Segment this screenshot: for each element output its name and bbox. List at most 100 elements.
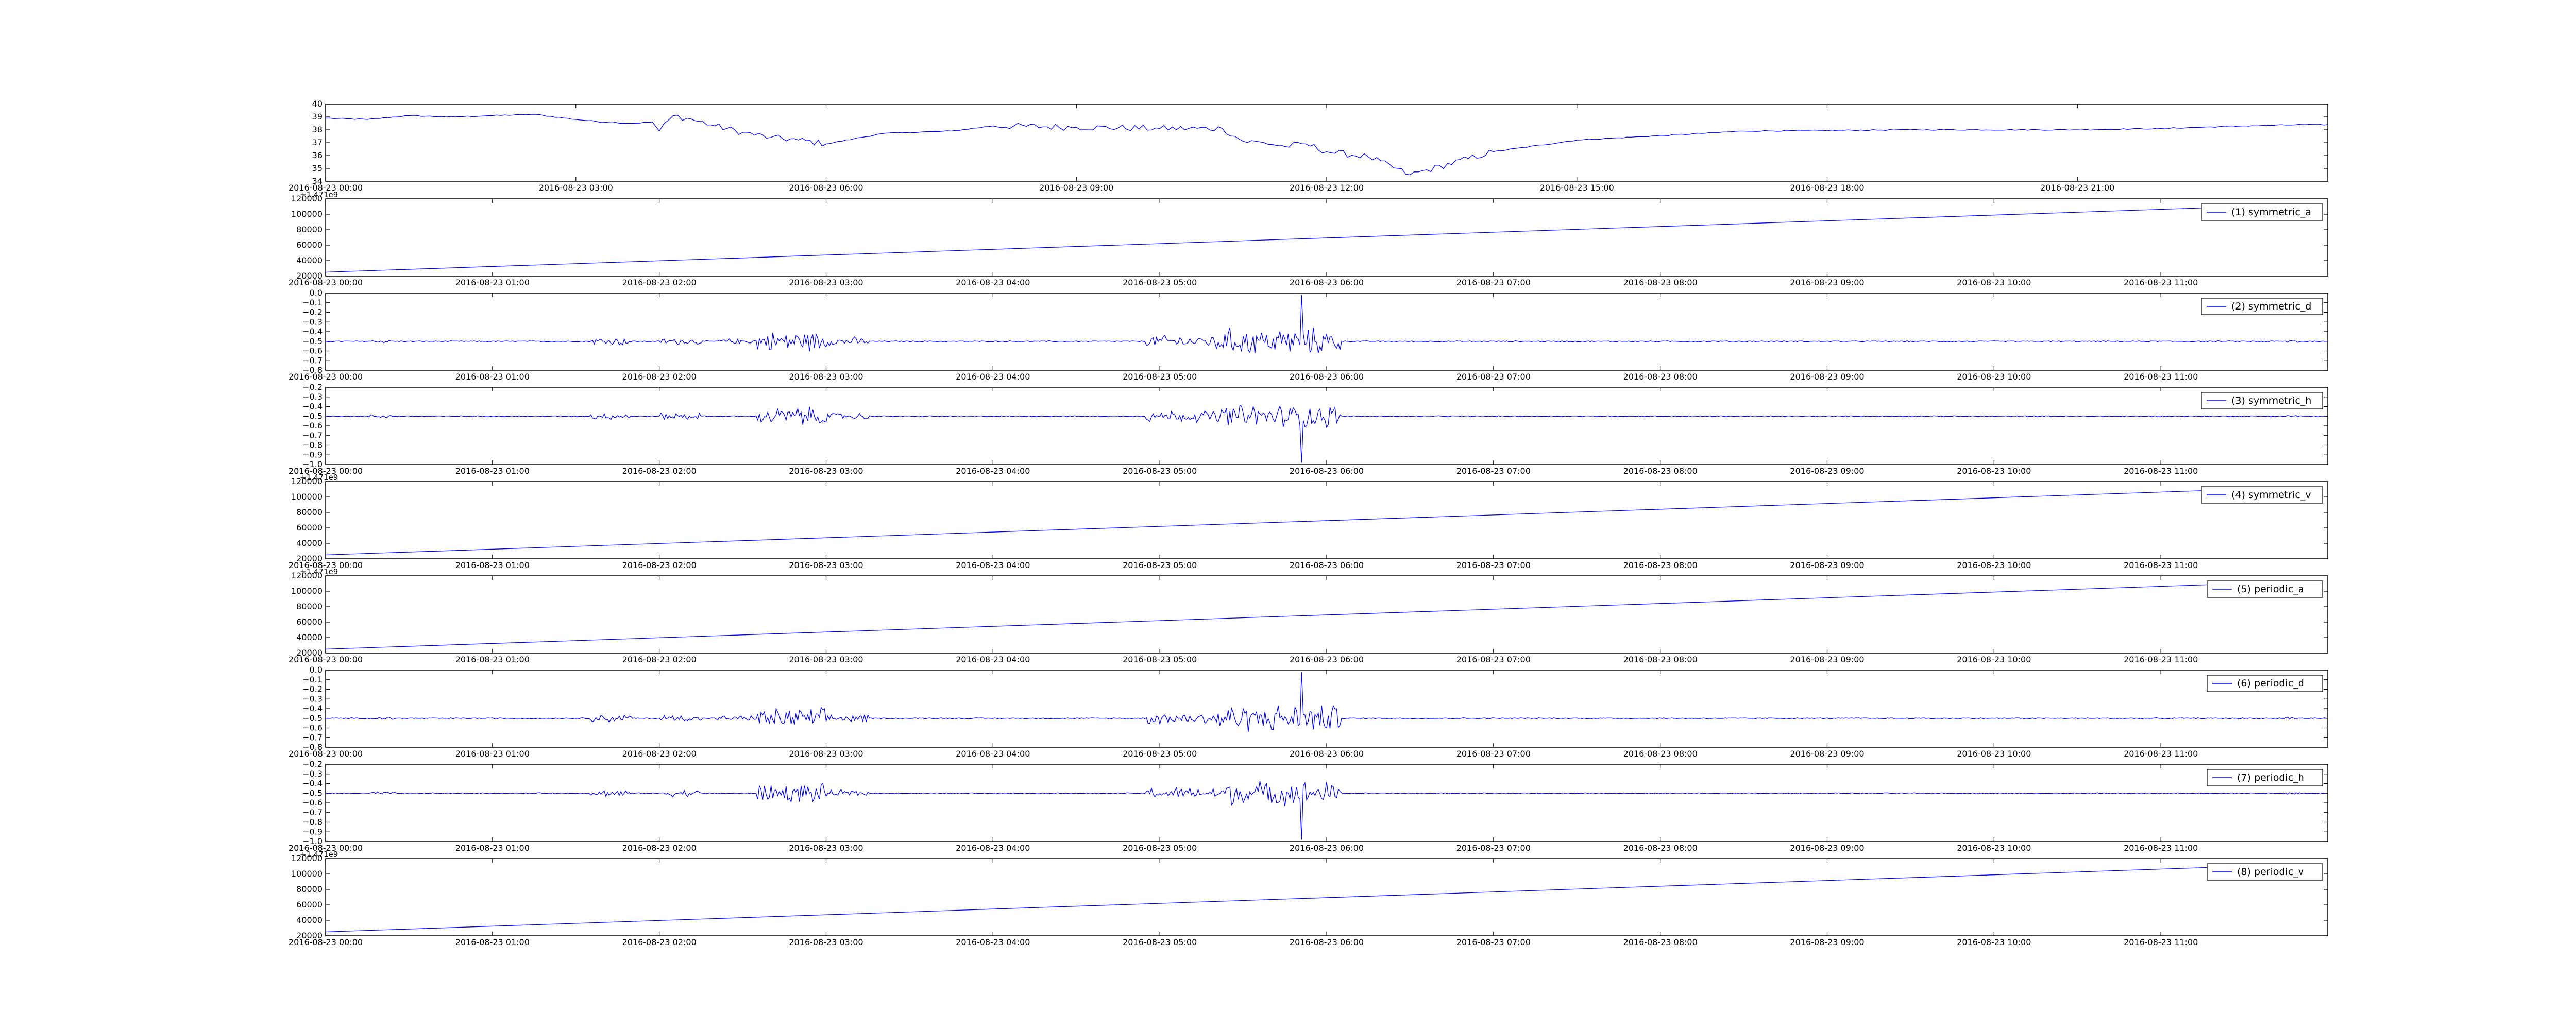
x-tick-label: 2016-08-23 10:00 bbox=[1957, 749, 2031, 759]
x-tick-label: 2016-08-23 08:00 bbox=[1623, 655, 1698, 664]
y-tick-label: 100000 bbox=[291, 492, 323, 502]
x-tick-label: 2016-08-23 15:00 bbox=[1540, 183, 1614, 193]
y-tick-label: −0.2 bbox=[302, 307, 323, 317]
x-tick-label: 2016-08-23 08:00 bbox=[1623, 278, 1698, 287]
chart-panel-4: 200004000060000800001000001200002016-08-… bbox=[289, 473, 2328, 570]
figure: 343536373839402016-08-23 00:00 2016-08-23… bbox=[289, 99, 2328, 947]
y-tick-label: 100000 bbox=[291, 209, 323, 219]
axes-frame bbox=[325, 104, 2328, 182]
x-tick-label: 2016-08-23 02:00 bbox=[622, 466, 697, 476]
series-line bbox=[326, 583, 2245, 650]
x-tick-label: 2016-08-23 12:00 bbox=[1290, 183, 1364, 193]
y-tick-label: 0.0 bbox=[310, 288, 323, 298]
x-tick-label: 2016-08-23 08:00 bbox=[1623, 749, 1698, 759]
y-tick-label: 100000 bbox=[291, 586, 323, 596]
x-tick-label: 2016-08-23 06:00 bbox=[789, 183, 863, 193]
y-tick-label: 60000 bbox=[296, 240, 323, 250]
x-tick-label: 2016-08-23 01:00 bbox=[455, 466, 530, 476]
legend-label: (6) periodic_d bbox=[2237, 678, 2304, 689]
y-tick-label: −0.8 bbox=[302, 440, 323, 450]
x-tick-label: 2016-08-23 11:00 bbox=[2124, 655, 2198, 664]
y-offset-label: +1.471e9 bbox=[300, 473, 338, 482]
x-tick-label: 2016-08-23 10:00 bbox=[1957, 843, 2031, 853]
x-tick-label: 2016-08-23 04:00 bbox=[956, 843, 1030, 853]
x-tick-label: 2016-08-23 02:00 bbox=[622, 372, 697, 382]
y-tick-label: 60000 bbox=[296, 523, 323, 533]
y-tick-label: −0.6 bbox=[302, 798, 323, 808]
y-tick-label: −0.3 bbox=[302, 392, 323, 402]
y-tick-label: −0.9 bbox=[302, 450, 323, 459]
x-tick-label: 2016-08-23 04:00 bbox=[956, 937, 1030, 947]
x-tick-label: 2016-08-23 04:00 bbox=[956, 372, 1030, 382]
y-tick-label: −0.6 bbox=[302, 421, 323, 431]
x-tick-label: 2016-08-23 03:00 bbox=[789, 843, 863, 853]
x-tick-label: 2016-08-23 08:00 bbox=[1623, 466, 1698, 476]
x-tick-label: 2016-08-23 09:00 bbox=[1790, 937, 1864, 947]
y-tick-label: −0.5 bbox=[302, 788, 323, 798]
y-tick-label: 36 bbox=[312, 150, 323, 160]
x-tick-label: 2016-08-23 01:00 bbox=[455, 937, 530, 947]
y-tick-label: −0.4 bbox=[302, 779, 323, 788]
y-tick-label: −0.7 bbox=[302, 732, 323, 742]
y-tick-label: −0.7 bbox=[302, 808, 323, 817]
chart-panel-1: 200004000060000800001000001200002016-08-… bbox=[289, 190, 2328, 287]
series-line bbox=[326, 295, 2326, 354]
y-tick-label: −0.2 bbox=[302, 759, 323, 769]
x-tick-label: 2016-08-23 00:00 bbox=[289, 749, 363, 759]
y-tick-label: −0.5 bbox=[302, 713, 323, 723]
x-tick-label: 2016-08-23 03:00 bbox=[789, 655, 863, 664]
x-tick-label: 2016-08-23 04:00 bbox=[956, 655, 1030, 664]
x-tick-label: 2016-08-23 05:00 bbox=[1123, 937, 1197, 947]
y-tick-label: 40000 bbox=[296, 255, 323, 265]
x-tick-label: 2016-08-23 09:00 bbox=[1790, 372, 1864, 382]
x-tick-label: 2016-08-23 09:00 bbox=[1790, 749, 1864, 759]
x-tick-label: 2016-08-23 11:00 bbox=[2124, 278, 2198, 287]
axes-frame bbox=[325, 858, 2328, 936]
x-tick-label: 2016-08-23 05:00 bbox=[1123, 655, 1197, 664]
x-tick-label: 2016-08-23 10:00 bbox=[1957, 655, 2031, 664]
y-tick-label: 40000 bbox=[296, 632, 323, 642]
x-tick-label: 2016-08-23 07:00 bbox=[1456, 278, 1531, 287]
x-tick-label: 2016-08-23 21:00 bbox=[2040, 183, 2114, 193]
x-tick-label: 2016-08-23 05:00 bbox=[1123, 560, 1197, 570]
axes-frame bbox=[325, 575, 2328, 654]
x-tick-label: 2016-08-23 03:00 bbox=[789, 937, 863, 947]
x-tick-label: 2016-08-23 10:00 bbox=[1957, 372, 2031, 382]
y-tick-label: −0.3 bbox=[302, 317, 323, 327]
y-tick-label: 35 bbox=[312, 163, 323, 173]
x-tick-label: 2016-08-23 18:00 bbox=[1790, 183, 1864, 193]
x-tick-label: 2016-08-23 07:00 bbox=[1456, 466, 1531, 476]
x-tick-label: 2016-08-23 10:00 bbox=[1957, 937, 2031, 947]
x-tick-label: 2016-08-23 08:00 bbox=[1623, 560, 1698, 570]
y-tick-label: −0.2 bbox=[302, 684, 323, 694]
x-tick-label: 2016-08-23 01:00 bbox=[455, 278, 530, 287]
x-tick-label: 2016-08-23 03:00 bbox=[789, 372, 863, 382]
series-line bbox=[326, 114, 2328, 176]
x-tick-label: 2016-08-23 03:00 bbox=[789, 278, 863, 287]
y-tick-label: −0.5 bbox=[302, 336, 323, 346]
x-tick-label: 2016-08-23 09:00 bbox=[1790, 466, 1864, 476]
chart-panel-7: −1.0−0.9−0.8−0.7−0.6−0.5−0.4−0.3−0.22016… bbox=[289, 759, 2328, 853]
x-tick-label: 2016-08-23 02:00 bbox=[622, 937, 697, 947]
x-tick-label: 2016-08-23 01:00 bbox=[455, 749, 530, 759]
x-tick-label: 2016-08-23 00:00 bbox=[289, 655, 363, 664]
x-tick-label: 2016-08-23 08:00 bbox=[1623, 937, 1698, 947]
y-tick-label: 80000 bbox=[296, 225, 323, 234]
x-tick-label: 2016-08-23 07:00 bbox=[1456, 937, 1531, 947]
x-tick-label: 2016-08-23 04:00 bbox=[956, 560, 1030, 570]
x-tick-label: 2016-08-23 01:00 bbox=[455, 843, 530, 853]
y-tick-label: −0.4 bbox=[302, 402, 323, 411]
axes-frame bbox=[325, 198, 2328, 277]
y-offset-label: +1.471e9 bbox=[300, 850, 338, 859]
y-tick-label: 39 bbox=[312, 112, 323, 122]
x-tick-label: 2016-08-23 02:00 bbox=[622, 843, 697, 853]
chart-panel-6: −0.8−0.7−0.6−0.5−0.4−0.3−0.2−0.10.02016-… bbox=[289, 665, 2328, 759]
legend-label: (8) periodic_v bbox=[2237, 866, 2304, 878]
x-tick-label: 2016-08-23 09:00 bbox=[1790, 278, 1864, 287]
y-tick-label: 40000 bbox=[296, 915, 323, 925]
y-offset-label: +1.471e9 bbox=[300, 567, 338, 576]
x-tick-label: 2016-08-23 10:00 bbox=[1957, 466, 2031, 476]
x-tick-label: 2016-08-23 07:00 bbox=[1456, 843, 1531, 853]
legend-label: (7) periodic_h bbox=[2237, 772, 2304, 783]
x-tick-label: 2016-08-23 02:00 bbox=[622, 655, 697, 664]
